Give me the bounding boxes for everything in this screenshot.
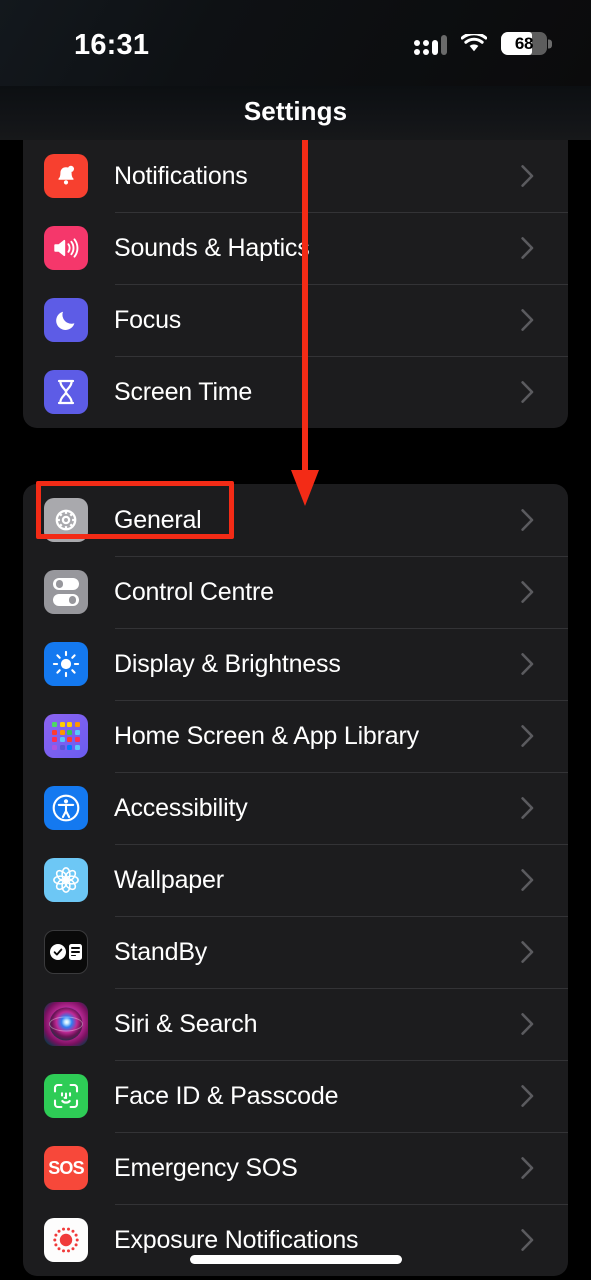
settings-row-wallpaper[interactable]: Wallpaper bbox=[23, 844, 568, 916]
settings-row-label: Sounds & Haptics bbox=[114, 233, 310, 262]
chevron-right-icon bbox=[521, 237, 534, 259]
settings-row-standby[interactable]: StandBy bbox=[23, 916, 568, 988]
chevron-right-icon bbox=[521, 725, 534, 747]
settings-row-exposure-notifications[interactable]: Exposure Notifications bbox=[23, 1204, 568, 1276]
settings-row-label: StandBy bbox=[114, 937, 208, 966]
battery-percent-label: 68 bbox=[514, 33, 534, 53]
chevron-right-icon bbox=[521, 1229, 534, 1251]
settings-row-siri-search[interactable]: Siri & Search bbox=[23, 988, 568, 1060]
app-grid-icon bbox=[44, 714, 88, 758]
settings-row-display-brightness[interactable]: Display & Brightness bbox=[23, 628, 568, 700]
settings-row-label: Face ID & Passcode bbox=[114, 1081, 339, 1110]
settings-row-label: General bbox=[114, 505, 202, 534]
settings-row-home-screen-app-library[interactable]: Home Screen & App Library bbox=[23, 700, 568, 772]
chevron-right-icon bbox=[521, 581, 534, 603]
settings-row-face-id-passcode[interactable]: Face ID & Passcode bbox=[23, 1060, 568, 1132]
section-system: General Control Centre Display & Brightn… bbox=[23, 484, 568, 1276]
sun-icon bbox=[44, 642, 88, 686]
sos-icon-text: SOS bbox=[48, 1157, 84, 1178]
chevron-right-icon bbox=[521, 165, 534, 187]
settings-row-screen-time[interactable]: Screen Time bbox=[23, 356, 568, 428]
home-indicator bbox=[189, 1255, 402, 1264]
section-alerts: Notifications Sounds & Haptics Focus Scr… bbox=[23, 140, 568, 428]
settings-row-general[interactable]: General bbox=[23, 484, 568, 556]
chevron-right-icon bbox=[521, 869, 534, 891]
toggles-icon bbox=[44, 570, 88, 614]
page-title: Settings bbox=[243, 96, 348, 126]
battery-icon: 68 bbox=[501, 32, 552, 55]
settings-row-sounds-haptics[interactable]: Sounds & Haptics bbox=[23, 212, 568, 284]
flower-icon bbox=[44, 858, 88, 902]
settings-row-label: Wallpaper bbox=[114, 865, 224, 894]
chevron-right-icon bbox=[521, 653, 534, 675]
accessibility-icon bbox=[44, 786, 88, 830]
settings-row-focus[interactable]: Focus bbox=[23, 284, 568, 356]
cellular-dots-icon bbox=[414, 33, 447, 55]
settings-row-label: Screen Time bbox=[114, 377, 253, 406]
face-id-icon bbox=[44, 1074, 88, 1118]
settings-row-label: Exposure Notifications bbox=[114, 1225, 359, 1254]
settings-row-label: Emergency SOS bbox=[114, 1153, 298, 1182]
chevron-right-icon bbox=[521, 1085, 534, 1107]
bell-icon bbox=[44, 154, 88, 198]
siri-orb-icon bbox=[44, 1002, 88, 1046]
chevron-right-icon bbox=[521, 797, 534, 819]
standby-icon bbox=[44, 930, 88, 974]
sos-icon: SOS bbox=[44, 1146, 88, 1190]
chevron-right-icon bbox=[521, 509, 534, 531]
chevron-right-icon bbox=[521, 381, 534, 403]
settings-scroll-area[interactable]: Notifications Sounds & Haptics Focus Scr… bbox=[0, 140, 591, 1280]
hourglass-icon bbox=[44, 370, 88, 414]
chevron-right-icon bbox=[521, 941, 534, 963]
settings-row-label: Accessibility bbox=[114, 793, 248, 822]
settings-row-emergency-sos[interactable]: SOS Emergency SOS bbox=[23, 1132, 568, 1204]
navigation-bar: Settings bbox=[0, 86, 591, 140]
settings-row-control-centre[interactable]: Control Centre bbox=[23, 556, 568, 628]
settings-row-notifications[interactable]: Notifications bbox=[23, 140, 568, 212]
settings-row-label: Display & Brightness bbox=[114, 649, 341, 678]
speaker-waves-icon bbox=[44, 226, 88, 270]
exposure-icon bbox=[44, 1218, 88, 1262]
status-bar-time: 16:31 bbox=[74, 29, 150, 61]
settings-row-label: Focus bbox=[114, 305, 182, 334]
chevron-right-icon bbox=[521, 309, 534, 331]
chevron-right-icon bbox=[521, 1157, 534, 1179]
status-bar-indicators: 68 bbox=[414, 32, 552, 55]
iphone-settings-screen: Notifications Sounds & Haptics Focus Scr… bbox=[0, 0, 591, 1280]
chevron-right-icon bbox=[521, 1013, 534, 1035]
settings-row-accessibility[interactable]: Accessibility bbox=[23, 772, 568, 844]
gear-icon bbox=[44, 498, 88, 542]
settings-row-label: Notifications bbox=[114, 161, 248, 190]
settings-row-label: Control Centre bbox=[114, 577, 274, 606]
status-bar: 16:31 68 bbox=[0, 0, 591, 86]
moon-icon bbox=[44, 298, 88, 342]
wifi-icon bbox=[461, 34, 487, 53]
settings-row-label: Home Screen & App Library bbox=[114, 721, 419, 750]
settings-row-label: Siri & Search bbox=[114, 1009, 258, 1038]
